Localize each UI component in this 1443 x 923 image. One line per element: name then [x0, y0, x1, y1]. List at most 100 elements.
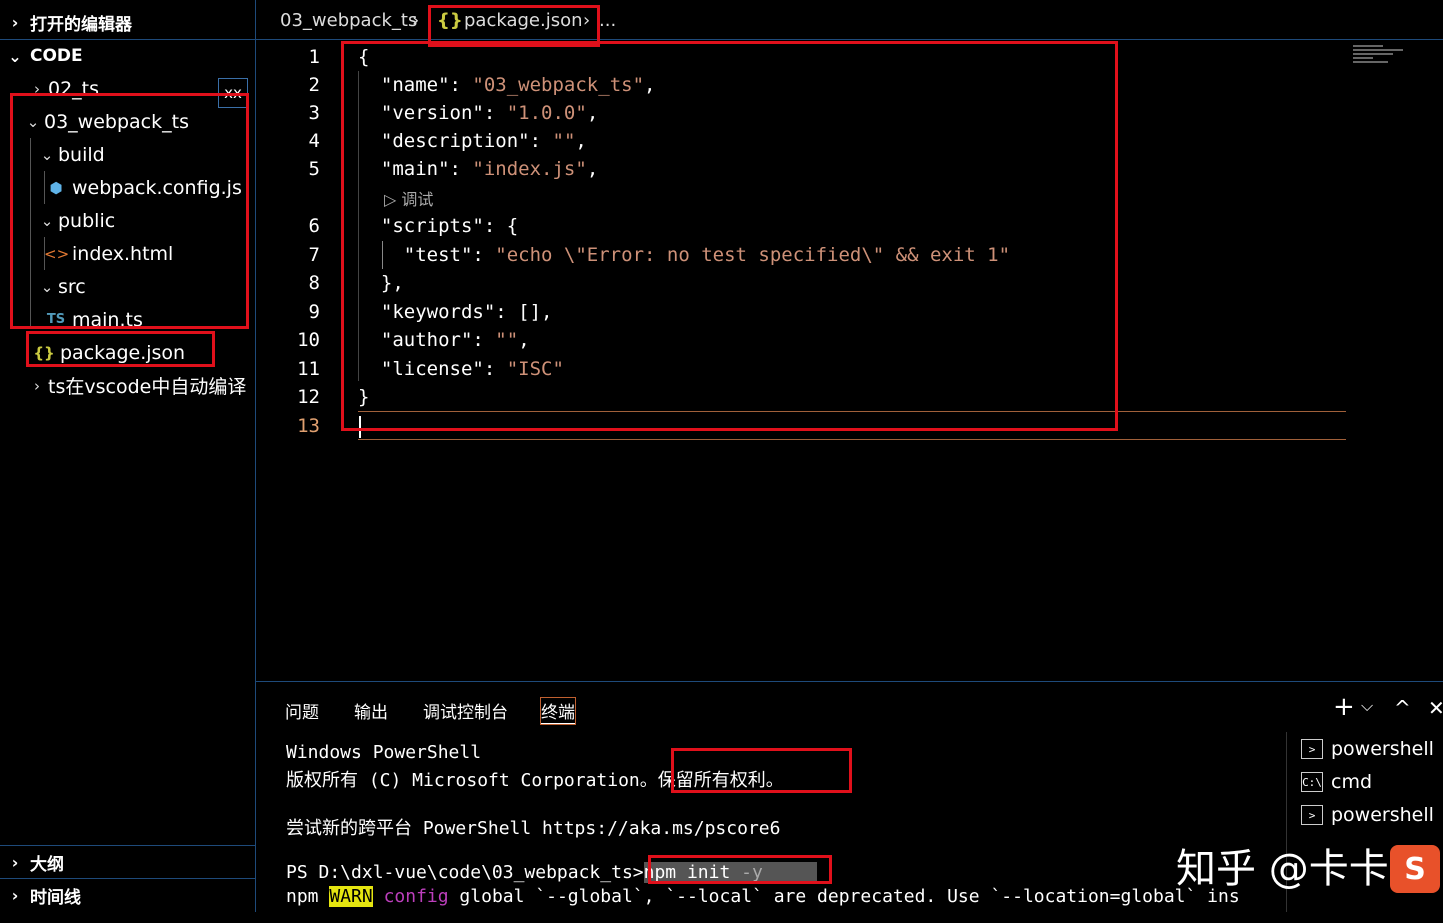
terminal-line: npm WARN config global `--global`, `--lo…: [286, 886, 1240, 907]
terminal-icon: >: [1301, 739, 1323, 759]
json-icon: {}: [437, 10, 463, 31]
tree-item-build[interactable]: ⌄ build: [0, 138, 255, 171]
json-icon: {}: [33, 343, 55, 362]
code-line: "scripts": {: [380, 215, 519, 237]
tree-item-label: build: [58, 143, 105, 166]
tab-terminal[interactable]: 终端: [540, 697, 576, 725]
breadcrumb-file[interactable]: package.json: [464, 10, 583, 31]
outline-label: 大纲: [30, 854, 64, 875]
chevron-right-icon: ›: [412, 10, 420, 31]
tree-item-label: webpack.config.js: [72, 176, 242, 199]
chevron-right-icon: ›: [11, 885, 19, 905]
terminal-item-label: cmd: [1331, 771, 1373, 793]
tree-item-03-webpack-ts[interactable]: ⌄ 03_webpack_ts: [0, 105, 255, 138]
sogou-logo-icon: S: [1390, 845, 1440, 893]
terminal-item-powershell[interactable]: > powershell: [1301, 738, 1434, 760]
chevron-down-icon: ⌄: [40, 145, 54, 164]
terminal-line: 尝试新的跨平台 PowerShell https://aka.ms/pscore…: [286, 818, 781, 839]
chevron-down-icon[interactable]: ⌵: [1361, 696, 1373, 716]
tree-item-label: package.json: [60, 341, 186, 364]
line-number: 1: [308, 46, 320, 68]
tree-item-main-ts[interactable]: TS main.ts: [0, 303, 255, 336]
webpack-icon: ⬢: [49, 178, 63, 197]
tree-item-public[interactable]: ⌄ public: [0, 204, 255, 237]
ts-icon: TS: [46, 312, 66, 327]
maximize-panel-icon[interactable]: ^: [1394, 696, 1411, 720]
code-line: "version": "1.0.0",: [380, 102, 599, 124]
html-icon: <>: [44, 244, 70, 263]
explorer-sidebar: › 打开的编辑器 ⌄ CODE xx › 02_ts ⌄ 03_webpack_…: [0, 0, 256, 923]
code-line: }: [358, 386, 370, 408]
terminal-icon: >: [1301, 805, 1323, 825]
add-terminal-icon[interactable]: +: [1333, 692, 1355, 722]
current-line-highlight: [358, 411, 1346, 412]
close-icon[interactable]: ✕: [1428, 696, 1443, 720]
timeline-header[interactable]: › 时间线: [0, 879, 255, 911]
line-number: 9: [308, 301, 320, 323]
tree-item-label: 03_webpack_ts: [44, 110, 189, 133]
line-number: 10: [297, 329, 320, 351]
tree-item-ts-vscode[interactable]: › ts在vscode中自动编译: [0, 369, 255, 402]
breadcrumb-folder[interactable]: 03_webpack_ts: [280, 10, 417, 31]
terminal-item-label: powershell: [1331, 738, 1434, 760]
chevron-right-icon: ›: [34, 376, 40, 395]
tree-item-package-json[interactable]: {} package.json: [0, 336, 255, 369]
line-number: 5: [308, 158, 320, 180]
tab-output[interactable]: 输出: [354, 698, 388, 723]
chevron-right-icon: ›: [11, 12, 19, 32]
chevron-down-icon: ⌄: [40, 277, 54, 296]
workspace-header[interactable]: ⌄ CODE: [0, 40, 255, 72]
line-number: 3: [308, 102, 320, 124]
tree-item-label: public: [58, 209, 116, 232]
line-number: 11: [297, 358, 320, 380]
code-line: "name": "03_webpack_ts",: [380, 74, 656, 96]
chevron-right-icon: ›: [11, 852, 19, 872]
line-number: 6: [308, 215, 320, 237]
code-line: {: [358, 46, 370, 68]
code-line: "license": "ISC": [380, 358, 564, 380]
line-number: 8: [308, 272, 320, 294]
line-number: 13: [297, 415, 320, 437]
terminal-line: Windows PowerShell: [286, 742, 482, 763]
open-editors-header[interactable]: › 打开的编辑器: [0, 6, 255, 38]
code-line: },: [380, 272, 404, 294]
tab-debug-console[interactable]: 调试控制台: [423, 698, 508, 723]
workspace-label: CODE: [30, 46, 83, 66]
code-line: "author": "",: [380, 329, 530, 351]
tree-item-label: main.ts: [72, 308, 143, 331]
terminal-item-cmd[interactable]: C:\ cmd: [1301, 771, 1372, 793]
text-cursor: [359, 416, 361, 438]
tree-item-label: index.html: [72, 242, 174, 265]
code-line: "description": "",: [380, 130, 587, 152]
outline-header[interactable]: › 大纲: [0, 846, 255, 878]
current-line-highlight: [358, 439, 1346, 440]
debug-codelens[interactable]: ▷ 调试: [384, 186, 433, 210]
line-number: 2: [308, 74, 320, 96]
terminal-item-powershell[interactable]: > powershell: [1301, 804, 1434, 826]
timeline-label: 时间线: [30, 887, 81, 908]
watermark: 知乎 @卡卡: [1176, 846, 1389, 892]
tab-problems[interactable]: 问题: [285, 698, 319, 723]
terminal-item-label: powershell: [1331, 804, 1434, 826]
code-editor[interactable]: 1 { 2 "name": "03_webpack_ts", 3 "versio…: [256, 41, 1443, 681]
chevron-down-icon: ⌄: [8, 46, 22, 66]
code-line: "keywords": [],: [380, 301, 553, 323]
chevron-down-icon: ⌄: [40, 211, 54, 230]
minimap[interactable]: [1353, 45, 1413, 67]
tree-item-02-ts[interactable]: › 02_ts: [0, 72, 255, 105]
terminal-list: > powershell C:\ cmd > powershell: [1286, 732, 1443, 923]
code-line: "main": "index.js",: [380, 158, 599, 180]
cmd-icon: C:\: [1301, 772, 1323, 792]
code-line: "test": "echo \"Error: no test specified…: [403, 244, 1011, 266]
tree-item-label: 02_ts: [48, 77, 100, 100]
line-number: 7: [308, 244, 320, 266]
breadcrumb-more[interactable]: ...: [599, 10, 616, 31]
chevron-right-icon: ›: [34, 79, 40, 98]
tree-item-src[interactable]: ⌄ src: [0, 270, 255, 303]
line-number: 12: [297, 386, 320, 408]
tree-item-label: ts在vscode中自动编译: [48, 376, 247, 398]
terminal-line: 版权所有 (C) Microsoft Corporation。保留所有权利。: [286, 770, 784, 791]
tree-item-webpack-config[interactable]: ⬢ webpack.config.js: [0, 171, 255, 204]
terminal-prompt-line[interactable]: PS D:\dxl-vue\code\03_webpack_ts>npm ini…: [286, 862, 818, 883]
tree-item-index-html[interactable]: <> index.html: [0, 237, 255, 270]
